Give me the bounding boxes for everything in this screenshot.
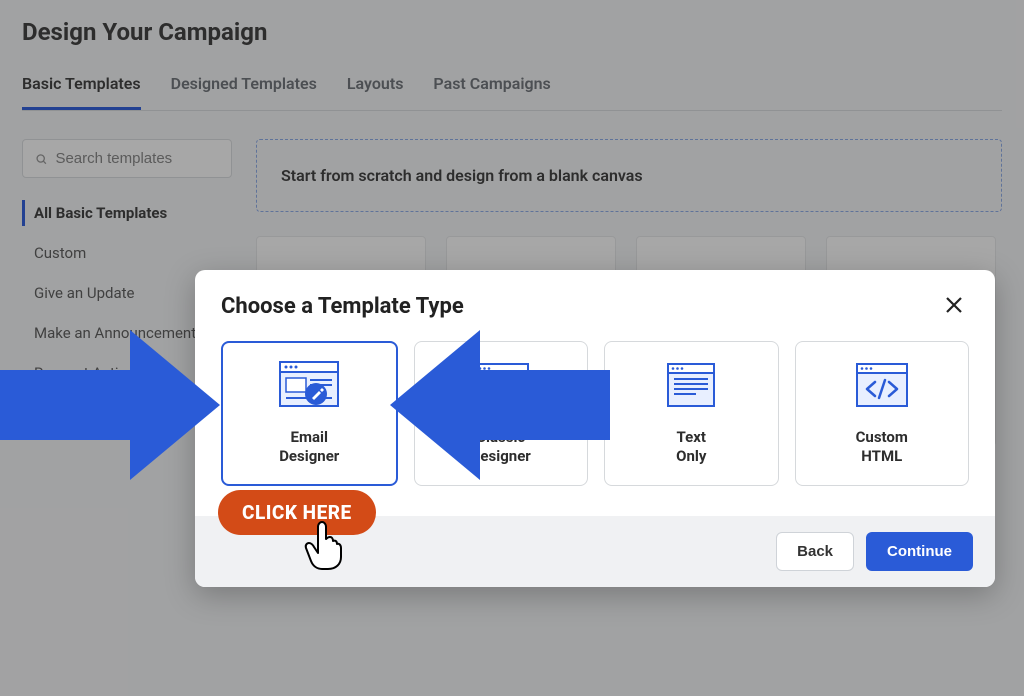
- hand-cursor-icon: [300, 517, 350, 572]
- type-label: Custom HTML: [856, 428, 908, 466]
- type-label: Email Designer: [279, 428, 339, 466]
- type-email-designer[interactable]: Email Designer: [221, 341, 398, 486]
- type-label: Text Only: [676, 428, 706, 466]
- modal-title: Choose a Template Type: [221, 294, 464, 319]
- click-here-badge: CLICK HERE: [218, 490, 376, 535]
- close-icon: [945, 296, 963, 314]
- pointer-arrow-left: [0, 330, 220, 480]
- close-button[interactable]: [939, 294, 969, 321]
- email-designer-icon: [274, 358, 344, 416]
- continue-button[interactable]: Continue: [866, 532, 973, 571]
- back-button[interactable]: Back: [776, 532, 854, 571]
- custom-html-icon: [847, 358, 917, 416]
- type-text-only[interactable]: Text Only: [604, 341, 779, 486]
- text-only-icon: [656, 358, 726, 416]
- pointer-arrow-right: [390, 330, 610, 480]
- type-custom-html[interactable]: Custom HTML: [795, 341, 970, 486]
